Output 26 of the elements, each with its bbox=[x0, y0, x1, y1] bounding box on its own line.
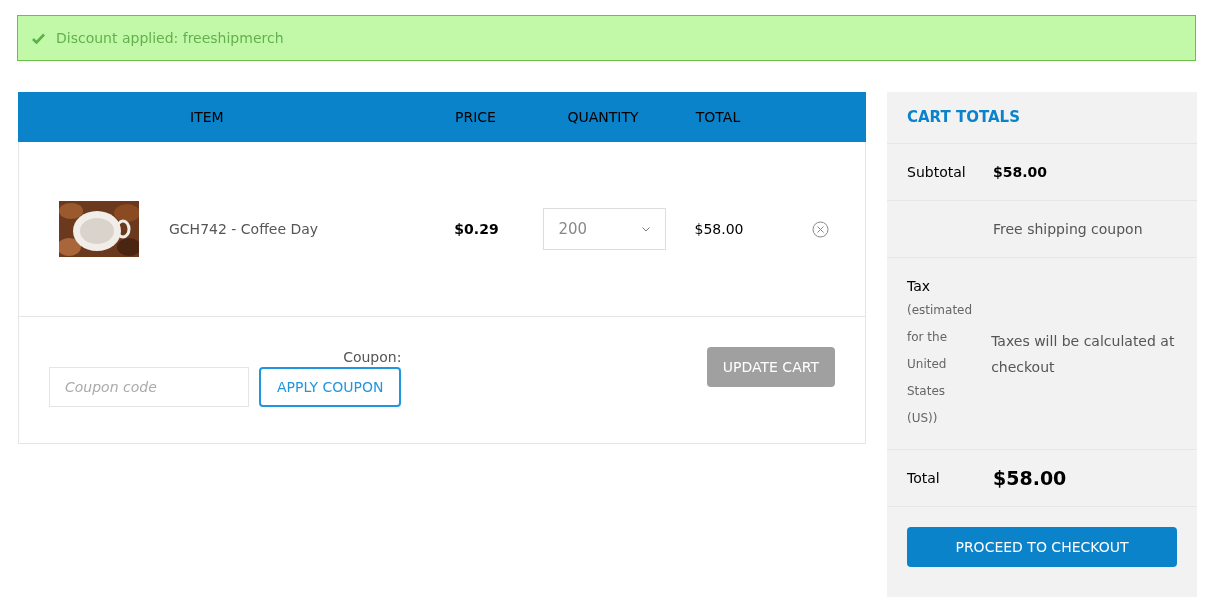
quantity-select[interactable]: 200 bbox=[542, 208, 666, 250]
total-value: $58.00 bbox=[993, 465, 1067, 491]
coupon-label: Coupon: bbox=[343, 348, 402, 367]
shipping-text: Free shipping coupon bbox=[993, 219, 1143, 239]
column-header: TOTAL bbox=[695, 107, 741, 127]
remove-icon[interactable] bbox=[812, 220, 829, 238]
coupon-code-field[interactable]: Coupon code bbox=[49, 367, 249, 407]
checkout-button[interactable]: PROCEED TO CHECKOUT bbox=[907, 527, 1177, 567]
apply-coupon-button[interactable]: APPLY COUPON bbox=[259, 367, 402, 407]
panel-title: CART TOTALS bbox=[907, 107, 1020, 129]
update-cart-button[interactable]: UPDATE CART bbox=[706, 347, 835, 387]
column-header: PRICE bbox=[455, 107, 496, 127]
product-name[interactable]: GCH742 - Coffee Day bbox=[169, 218, 419, 240]
price-cell-text: $0.29 bbox=[454, 219, 499, 239]
total-cell-text: $58.00 bbox=[694, 219, 744, 239]
subtotal-value: $58.00 bbox=[993, 162, 1048, 182]
checkmark-icon bbox=[32, 32, 45, 44]
tax-label: Tax bbox=[907, 276, 932, 296]
chevron-down-icon bbox=[641, 226, 650, 232]
total-label: Total bbox=[907, 468, 941, 488]
column-header: QUANTITY bbox=[567, 107, 639, 127]
column-header: ITEM bbox=[190, 107, 224, 127]
tax-value: Taxes will be calculated at checkout bbox=[991, 331, 1176, 377]
tax-note: (estimated for the United States (US)) bbox=[907, 301, 974, 427]
notice-text: Discount applied: freeshipmerch bbox=[56, 28, 284, 48]
subtotal-label: Subtotal bbox=[907, 162, 967, 182]
